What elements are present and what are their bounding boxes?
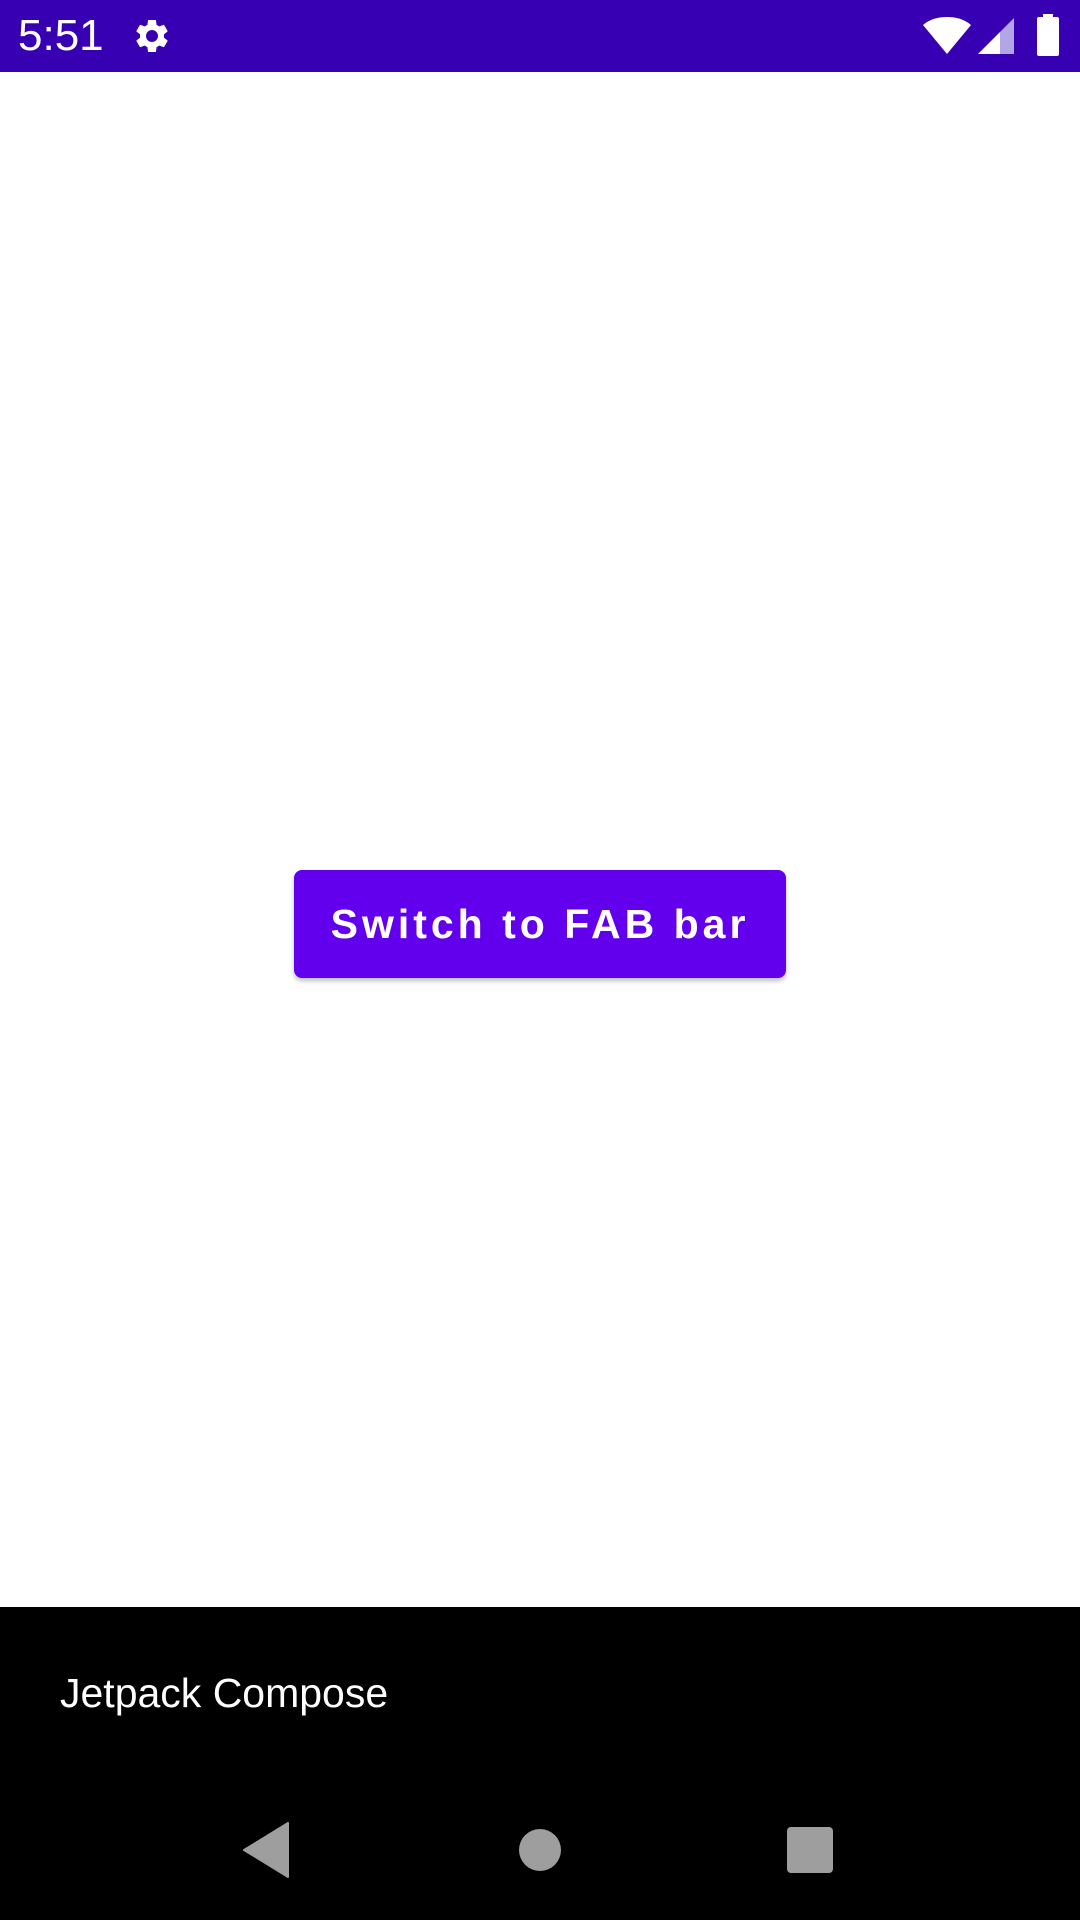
battery-icon [1037, 14, 1059, 56]
home-icon[interactable] [505, 1815, 575, 1885]
app-screen: 5:51 Switch to FAB bar Jetpack Compose [0, 0, 1080, 1920]
recents-icon[interactable] [775, 1815, 845, 1885]
main-content: Switch to FAB bar [0, 72, 1080, 1607]
bottom-bar-title: Jetpack Compose [60, 1670, 389, 1716]
status-time: 5:51 [18, 11, 104, 60]
navigation-bar [0, 1777, 1080, 1920]
wifi-icon [923, 17, 971, 54]
signal-icon [978, 18, 1014, 54]
switch-to-fab-bar-button[interactable]: Switch to FAB bar [294, 870, 786, 978]
bottom-app-bar: Jetpack Compose [0, 1607, 1080, 1777]
back-icon[interactable] [232, 1815, 302, 1885]
status-bar: 5:51 [0, 0, 1080, 72]
gear-icon [136, 19, 168, 52]
